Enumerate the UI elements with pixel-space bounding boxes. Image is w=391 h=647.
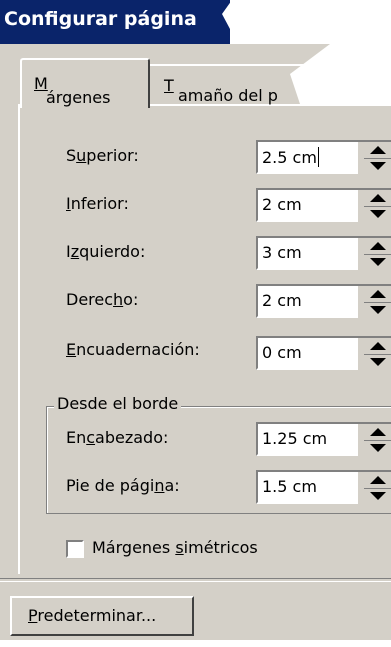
- spin-down-icon[interactable]: [364, 441, 391, 455]
- spin-up-icon[interactable]: [364, 240, 391, 255]
- spin-down-icon[interactable]: [364, 159, 391, 173]
- pie-de-pagina-label: Pie de página:: [66, 476, 180, 495]
- superior-spin-buttons: [358, 140, 391, 174]
- inferior-spinner: 2 cm: [256, 188, 391, 224]
- pie-de-pagina-input[interactable]: 1.5 cm: [256, 470, 358, 504]
- spin-down-icon[interactable]: [364, 489, 391, 503]
- tab-margenes[interactable]: Márgenes: [20, 58, 150, 108]
- tab-tamano-label: Tamaño del p: [164, 76, 278, 105]
- encabezado-spinner: 1.25 cm: [256, 422, 391, 458]
- spin-up-icon[interactable]: [364, 474, 391, 489]
- window-title: Configurar página: [4, 8, 197, 30]
- encuadernacion-spinner: 0 cm: [256, 336, 391, 372]
- predeterminar-button[interactable]: Predeterminar...: [10, 596, 194, 636]
- encuadernacion-spin-buttons: [358, 336, 391, 370]
- page-setup-dialog: Configurar página Márgenes Tamaño del p …: [0, 0, 391, 647]
- derecho-spinner: 2 cm: [256, 284, 391, 320]
- encabezado-spin-buttons: [358, 422, 391, 456]
- inferior-spin-buttons: [358, 188, 391, 222]
- derecho-label: Derecho:: [66, 290, 139, 309]
- text-caret: [317, 147, 319, 167]
- spin-up-icon[interactable]: [364, 340, 391, 355]
- pie-de-pagina-spinner: 1.5 cm: [256, 470, 391, 506]
- superior-input[interactable]: 2.5 cm: [256, 140, 358, 174]
- spin-up-icon[interactable]: [364, 144, 391, 159]
- encabezado-label: Encabezado:: [66, 428, 169, 447]
- spin-up-icon[interactable]: [364, 288, 391, 303]
- spin-down-icon[interactable]: [364, 207, 391, 221]
- margenes-simetricos-label[interactable]: Márgenes simétricos: [92, 538, 258, 557]
- inferior-input[interactable]: 2 cm: [256, 188, 358, 222]
- encabezado-input[interactable]: 1.25 cm: [256, 422, 358, 456]
- izquierdo-spinner: 3 cm: [256, 236, 391, 272]
- spin-down-icon[interactable]: [364, 355, 391, 369]
- encuadernacion-label: Encuadernación:: [66, 340, 200, 359]
- spin-down-icon[interactable]: [364, 255, 391, 269]
- spin-up-icon[interactable]: [364, 192, 391, 207]
- spin-up-icon[interactable]: [364, 426, 391, 441]
- title-bar: Configurar página: [0, 0, 391, 44]
- margenes-simetricos-checkbox[interactable]: [66, 540, 84, 558]
- tab-margenes-label: Márgenes: [34, 74, 111, 107]
- inferior-label: Inferior:: [66, 194, 129, 213]
- derecho-input[interactable]: 2 cm: [256, 284, 358, 318]
- tab-tamano-del-papel[interactable]: Tamaño del p: [150, 64, 310, 106]
- desde-el-borde-legend: Desde el borde: [54, 394, 182, 413]
- pie-de-pagina-spin-buttons: [358, 470, 391, 504]
- spin-down-icon[interactable]: [364, 303, 391, 317]
- izquierdo-input[interactable]: 3 cm: [256, 236, 358, 270]
- superior-label: Superior:: [66, 146, 139, 165]
- screenshot-bottom-edge: [0, 640, 391, 647]
- superior-spinner: 2.5 cm: [256, 140, 391, 176]
- izquierdo-spin-buttons: [358, 236, 391, 270]
- encuadernacion-input[interactable]: 0 cm: [256, 336, 358, 370]
- izquierdo-label: Izquierdo:: [66, 242, 146, 261]
- derecho-spin-buttons: [358, 284, 391, 318]
- separator: [0, 578, 391, 582]
